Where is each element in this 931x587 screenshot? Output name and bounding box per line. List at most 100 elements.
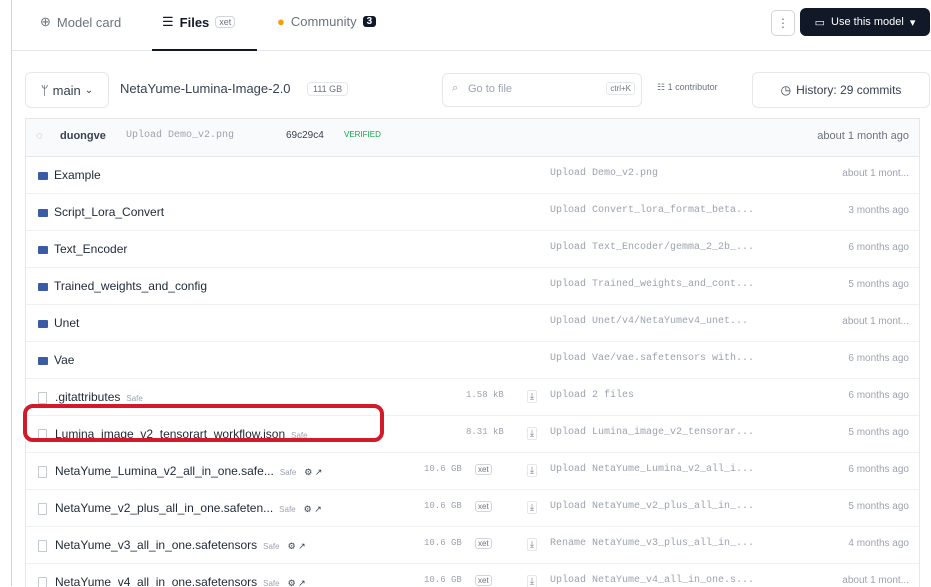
row-date: 6 months ago [848,390,909,401]
file-icon [38,502,47,515]
table-row[interactable]: NetaYume_v4_all_in_one.safetensors Safe ⚙ … [26,564,919,587]
file-icon [38,576,47,587]
tab-label: Community [290,14,357,29]
file-name-cell[interactable]: Example [38,168,101,182]
table-row[interactable]: Script_Lora_Convert Upload Convert_lora_… [26,194,919,231]
last-commit-row: ◌ duongve Upload Demo_v2.png 69c29c4 VER… [26,119,919,157]
avatar: ◌ [36,130,43,142]
file-name-cell[interactable]: NetaYume_Lumina_v2_all_in_one.safe... Saf… [38,464,322,478]
file-name-cell[interactable]: Script_Lora_Convert [38,205,164,219]
go-to-file-placeholder: Go to file [468,83,513,95]
tab-community[interactable]: ● Community 3 [277,14,377,29]
commit-message[interactable]: Upload Demo_v2.png [550,168,658,179]
folder-name: Text_Encoder [54,242,128,256]
table-row[interactable]: NetaYume_v2_plus_all_in_one.safeten... Sa… [26,490,919,527]
file-size: 10.6 GB [424,464,462,474]
download-icon[interactable]: ⤓ [527,390,537,403]
folder-icon [38,356,48,365]
community-count-badge: 3 [362,16,377,27]
folder-name: Trained_weights_and_config [54,279,207,293]
chevron-down-icon: ⌄ [84,84,94,96]
row-date: 6 months ago [848,242,909,253]
more-options-button[interactable]: ⋮ [771,10,795,36]
table-row[interactable]: Unet Upload Unet/v4/NetaYumev4_unet... a… [26,305,919,342]
file-name-cell[interactable]: Text_Encoder [38,242,127,256]
pickle-scan-icon[interactable]: ⚙ ↗ [304,504,322,514]
commit-message[interactable]: Upload NetaYume_v4_all_in_one.s... [550,575,754,586]
file-size: 10.6 GB [424,538,462,548]
file-name-cell[interactable]: NetaYume_v4_all_in_one.safetensors Safe ⚙ … [38,575,306,587]
history-label: History: 29 commits [796,83,902,97]
file-name-cell[interactable]: .gitattributes Safe [38,390,143,404]
row-date: about 1 mont... [842,316,909,327]
commit-message[interactable]: Rename NetaYume_v3_plus_all_in_... [550,538,754,549]
row-date: about 1 mont... [842,575,909,586]
download-icon[interactable]: ⤓ [527,575,537,587]
table-row[interactable]: NetaYume_v3_all_in_one.safetensors Safe ⚙ … [26,527,919,564]
commit-message[interactable]: Upload Vae/vae.safetensors with... [550,353,754,364]
files-icon: ☰ [162,14,174,29]
active-tab-underline [152,49,257,51]
verified-badge: VERIFIED [344,130,381,139]
file-name-cell[interactable]: NetaYume_v2_plus_all_in_one.safeten... Sa… [38,501,322,515]
file-name: NetaYume_v4_all_in_one.safetensors [55,575,258,587]
tab-files[interactable]: ☰ Files xet [162,14,236,30]
row-date: 6 months ago [848,464,909,475]
xet-pill: xet [215,16,236,28]
folder-icon [38,208,48,217]
pickle-scan-icon[interactable]: ⚙ ↗ [288,541,306,551]
file-name-cell[interactable]: Unet [38,316,79,330]
commit-hash[interactable]: 69c29c4 [286,130,324,141]
commit-date: about 1 month ago [817,130,909,142]
commit-message[interactable]: Upload NetaYume_v2_plus_all_in_... [550,501,754,512]
table-row[interactable]: Example Upload Demo_v2.png about 1 mont.… [26,157,919,194]
table-row[interactable]: Text_Encoder Upload Text_Encoder/gemma_2… [26,231,919,268]
table-row[interactable]: Trained_weights_and_config Upload Traine… [26,268,919,305]
file-name-cell[interactable]: Trained_weights_and_config [38,279,207,293]
commit-author[interactable]: duongve [60,130,106,142]
file-name-cell[interactable]: Vae [38,353,74,367]
xet-badge: xet [475,501,492,512]
table-row[interactable]: NetaYume_Lumina_v2_all_in_one.safe... Saf… [26,453,919,490]
folder-name: Unet [54,316,80,330]
download-icon[interactable]: ⤓ [527,427,537,440]
branch-name: main [52,82,81,98]
commit-message[interactable]: Upload Lumina_image_v2_tensorar... [550,427,754,438]
repo-size-badge: 111 GB [307,82,349,96]
use-this-model-button[interactable]: ▭ Use this model ▾ [800,8,930,36]
commit-message[interactable]: Upload Convert_lora_format_beta... [550,205,754,216]
branch-selector[interactable]: ᛘ main ⌄ [25,72,109,108]
download-icon[interactable]: ⤓ [527,501,537,514]
row-date: 6 months ago [848,353,909,364]
search-icon: ⌕ [452,82,459,94]
repo-tabs: ⊕ Model card ☰ Files xet ● Community 3 ⋮… [12,0,931,51]
file-name: NetaYume_v2_plus_all_in_one.safeten... [55,501,274,515]
file-name-cell[interactable]: NetaYume_v3_all_in_one.safetensors Safe ⚙ … [38,538,306,552]
file-name: NetaYume_v3_all_in_one.safetensors [55,538,258,552]
download-icon[interactable]: ⤓ [527,538,537,551]
highlight-annotation [23,404,384,442]
repo-path[interactable]: NetaYume-Lumina-Image-2.0 [120,81,291,96]
commit-message[interactable]: Upload Trained_weights_and_cont... [550,279,754,290]
commit-message[interactable]: Upload NetaYume_Lumina_v2_all_i... [550,464,754,475]
table-row[interactable]: Vae Upload Vae/vae.safetensors with... 6… [26,342,919,379]
download-icon[interactable]: ⤓ [527,464,537,477]
safe-badge: Safe [279,505,296,514]
commit-message[interactable]: Upload 2 files [550,390,634,401]
code-icon: ▭ [814,16,826,29]
history-button[interactable]: ◷ History: 29 commits [752,72,930,108]
contributors-link[interactable]: ☷ 1 contributor [657,82,718,93]
safe-badge: Safe [279,468,297,477]
chevron-down-icon: ▾ [909,16,916,29]
commit-message[interactable]: Upload Unet/v4/NetaYumev4_unet... [550,316,748,327]
commit-message[interactable]: Upload Text_Encoder/gemma_2_2b_... [550,242,754,253]
pickle-scan-icon[interactable]: ⚙ ↗ [304,467,322,477]
file-icon [38,465,47,478]
xet-badge: xet [475,464,492,475]
tab-model-card[interactable]: ⊕ Model card [40,14,121,30]
shortcut-badge: ctrl+K [606,82,635,95]
go-to-file-input[interactable]: ⌕ Go to file ctrl+K [442,73,642,107]
safe-badge: Safe [263,542,280,551]
row-date: about 1 mont... [842,168,909,179]
commit-message[interactable]: Upload Demo_v2.png [126,130,234,141]
